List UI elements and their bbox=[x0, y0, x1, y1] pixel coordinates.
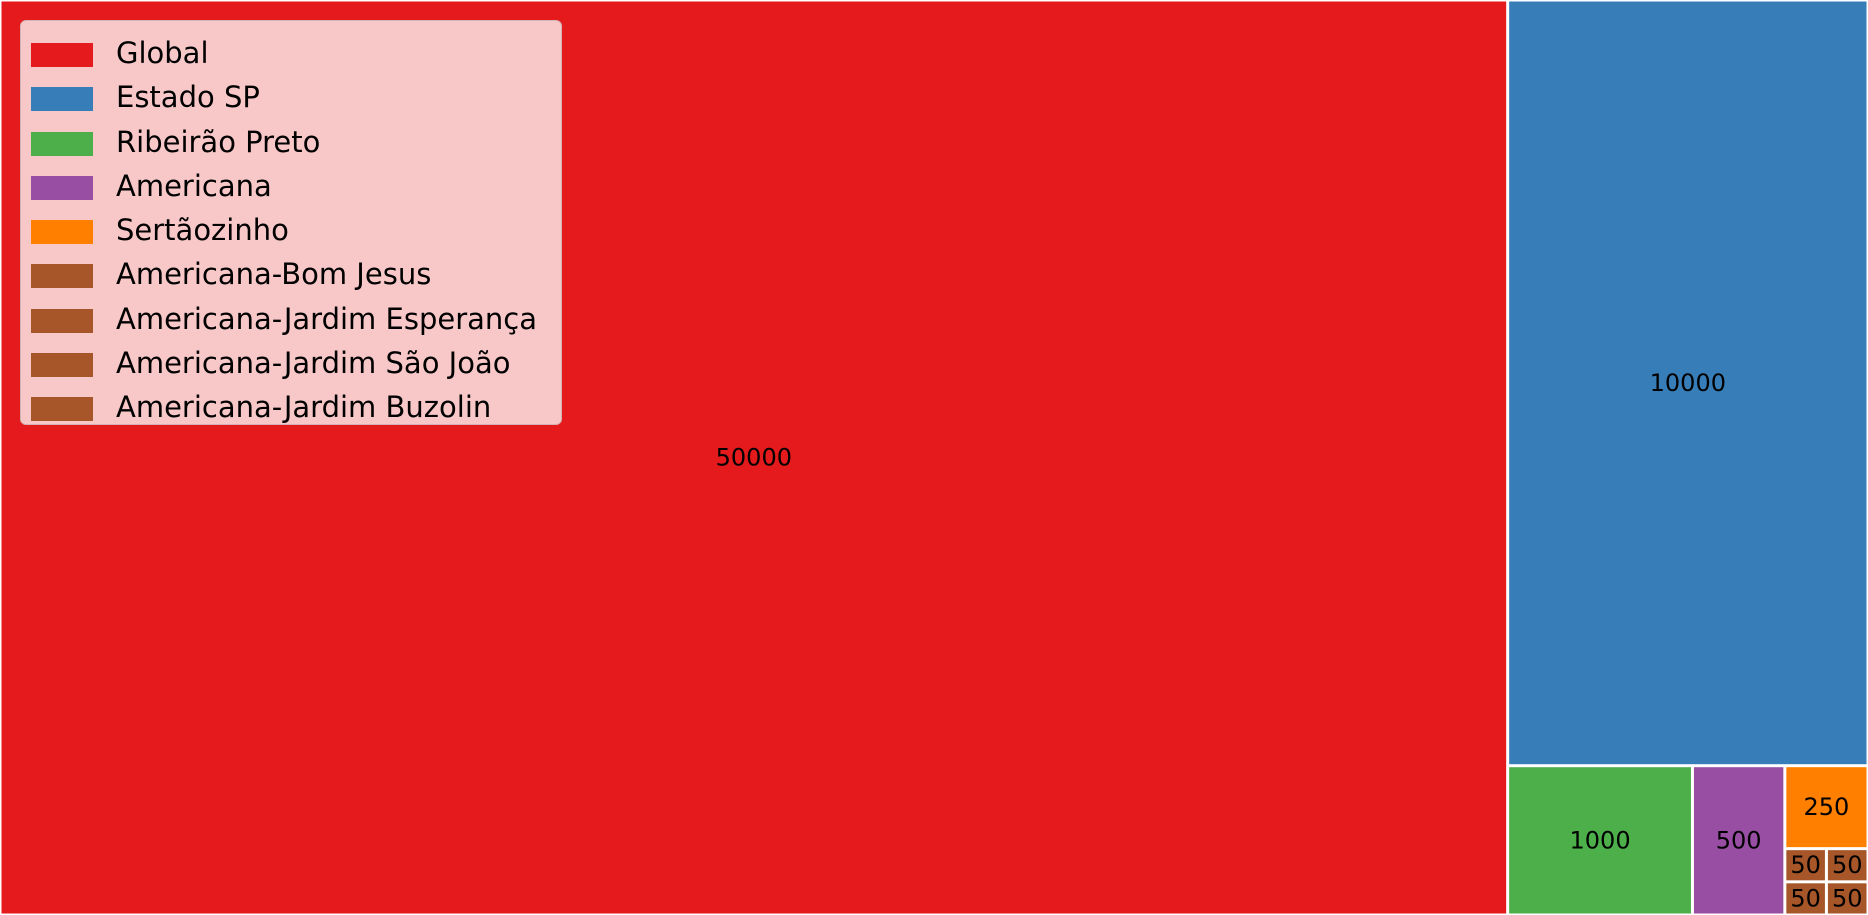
treemap-tile-label: 50 bbox=[1790, 884, 1821, 912]
legend-item-sertaozinho: Sertãozinho bbox=[21, 208, 561, 252]
legend-label: Americana-Jardim Esperança bbox=[116, 301, 537, 336]
legend-item-americana-bom-jesus: Americana-Bom Jesus bbox=[21, 252, 561, 296]
legend-label: Sertãozinho bbox=[116, 213, 289, 248]
legend-item-americana-jardim-esperanca: Americana-Jardim Esperança bbox=[21, 297, 561, 341]
legend-swatch bbox=[31, 308, 93, 333]
legend-swatch bbox=[31, 87, 93, 112]
legend-swatch bbox=[31, 353, 93, 378]
treemap-tile-label: 50000 bbox=[716, 444, 792, 472]
legend-item-ribeirao-preto: Ribeirão Preto bbox=[21, 120, 561, 164]
legend-swatch bbox=[31, 131, 93, 156]
legend: Global Estado SP Ribeirão Preto American… bbox=[20, 20, 562, 425]
legend-swatch bbox=[31, 264, 93, 289]
treemap-tile-label: 250 bbox=[1804, 793, 1850, 821]
treemap-tile-label: 10000 bbox=[1650, 369, 1726, 397]
legend-item-global: Global bbox=[21, 31, 561, 75]
treemap-tile-label: 500 bbox=[1716, 826, 1762, 854]
treemap-tile-label: 50 bbox=[1790, 851, 1821, 879]
legend-label: Estado SP bbox=[116, 80, 260, 115]
treemap-tile-label: 50 bbox=[1832, 851, 1863, 879]
legend-label: Americana-Bom Jesus bbox=[116, 257, 432, 292]
legend-label: Americana bbox=[116, 168, 272, 203]
legend-label: Ribeirão Preto bbox=[116, 124, 321, 159]
legend-swatch bbox=[31, 220, 93, 245]
treemap-tile-label: 50 bbox=[1832, 884, 1863, 912]
legend-item-americana: Americana bbox=[21, 164, 561, 208]
treemap-tile-label: 1000 bbox=[1570, 826, 1631, 854]
legend-label: Americana-Jardim Buzolin bbox=[116, 390, 492, 425]
legend-item-americana-jardim-buzolin: Americana-Jardim Buzolin bbox=[21, 385, 561, 429]
legend-swatch bbox=[31, 175, 93, 200]
legend-label: Global bbox=[116, 36, 209, 70]
legend-swatch bbox=[31, 43, 93, 67]
legend-label: Americana-Jardim São João bbox=[116, 346, 511, 381]
legend-swatch bbox=[31, 397, 93, 422]
legend-item-estado-sp: Estado SP bbox=[21, 75, 561, 119]
legend-item-americana-jardim-sao-joao: Americana-Jardim São João bbox=[21, 341, 561, 385]
